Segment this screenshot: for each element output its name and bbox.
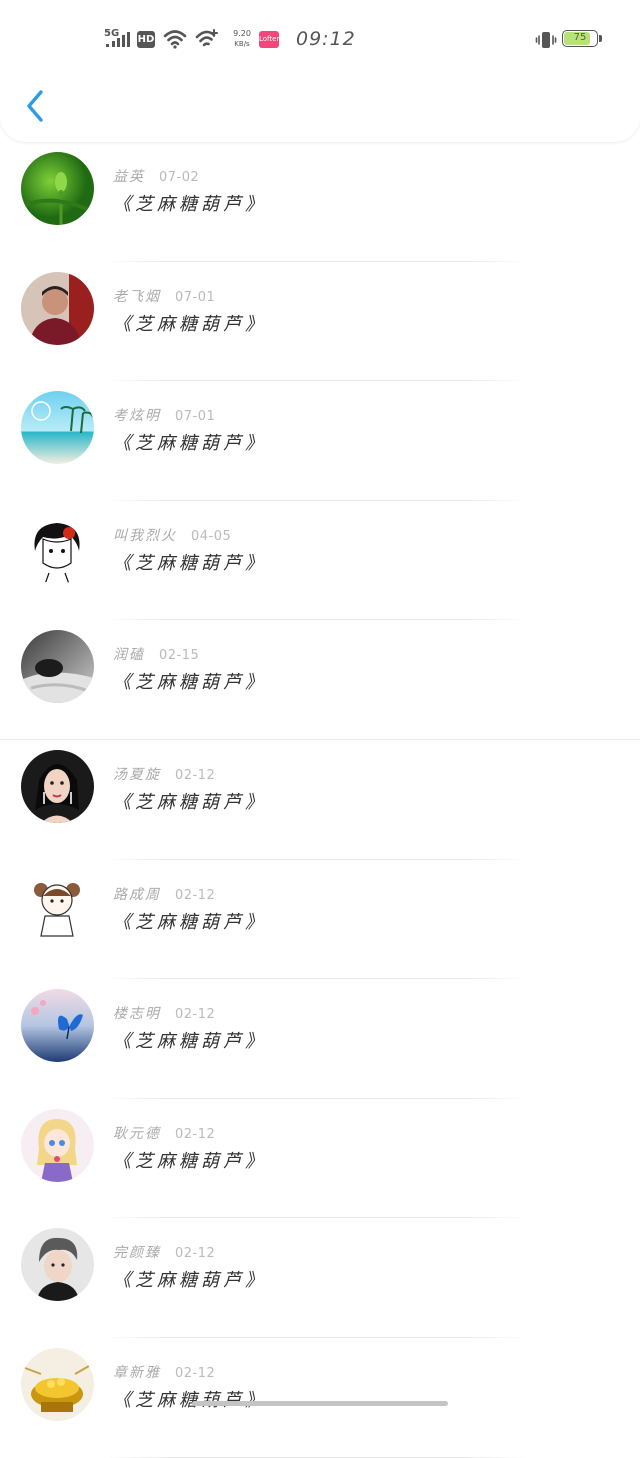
work-title[interactable]: 《芝麻糖葫芦》	[113, 549, 267, 575]
speed-value: 9.20	[233, 29, 251, 38]
comment-list: 益英 07-02 《芝麻糖葫芦》 老飞烟 07-01 《芝麻糖葫芦》 考炫明 07-01 《芝麻…	[0, 142, 640, 1458]
item-meta: 耿元德 02-12	[113, 1123, 215, 1143]
battery-percent: 75	[573, 32, 587, 43]
avatar[interactable]	[21, 510, 94, 584]
divider	[104, 1456, 528, 1458]
avatar[interactable]	[21, 749, 94, 823]
post-date: 02-12	[175, 767, 216, 783]
user-name[interactable]: 益英	[113, 169, 145, 185]
list-item[interactable]: 路成周 02-12 《芝麻糖葫芦》	[0, 860, 640, 980]
battery-icon: 75	[562, 30, 598, 47]
user-name[interactable]: 楼志明	[113, 1006, 161, 1022]
list-item[interactable]: 益英 07-02 《芝麻糖葫芦》	[0, 142, 640, 262]
work-title[interactable]: 《芝麻糖葫芦》	[113, 1147, 267, 1173]
work-title[interactable]: 《芝麻糖葫芦》	[113, 788, 267, 814]
list-item[interactable]: 叫我烈火 04-05 《芝麻糖葫芦》	[0, 501, 640, 621]
chevron-left-icon	[27, 90, 43, 122]
vibrate-icon	[535, 32, 557, 48]
user-name[interactable]: 路成周	[113, 887, 161, 903]
avatar[interactable]	[21, 869, 94, 943]
item-meta: 益英 07-02	[113, 166, 199, 186]
status-bar: 5G HD 9.20 KB/s Lofter 09:12 75	[0, 0, 640, 80]
item-meta: 考炫明 07-01	[113, 405, 215, 425]
post-date: 02-12	[175, 1246, 216, 1262]
post-date: 02-12	[175, 1007, 216, 1023]
work-title[interactable]: 《芝麻糖葫芦》	[113, 1027, 267, 1053]
list-item[interactable]: 润磕 02-15 《芝麻糖葫芦》	[0, 620, 640, 740]
hd-icon: HD	[137, 31, 155, 48]
user-name[interactable]: 完颜臻	[113, 1245, 161, 1261]
home-indicator[interactable]	[192, 1401, 448, 1406]
avatar[interactable]	[21, 391, 94, 465]
clock: 09:12	[296, 28, 356, 50]
item-meta: 路成周 02-12	[113, 884, 215, 904]
item-meta: 老飞烟 07-01	[113, 286, 215, 306]
user-name[interactable]: 老飞烟	[113, 289, 161, 305]
back-button[interactable]	[18, 86, 58, 126]
avatar[interactable]	[21, 989, 94, 1063]
post-date: 02-12	[175, 1365, 216, 1381]
list-item[interactable]: 完颜臻 02-12 《芝麻糖葫芦》	[0, 1218, 640, 1338]
list-item[interactable]: 章新雅 02-12 《芝麻糖葫芦》	[0, 1338, 640, 1458]
top-bar: 5G HD 9.20 KB/s Lofter 09:12 75	[0, 0, 640, 142]
user-name[interactable]: 润磕	[113, 647, 145, 663]
user-name[interactable]: 叫我烈火	[113, 528, 177, 544]
battery-cap	[599, 35, 602, 42]
app-notification-icon: Lofter	[259, 31, 279, 48]
work-title[interactable]: 《芝麻糖葫芦》	[113, 1266, 267, 1292]
user-name[interactable]: 考炫明	[113, 408, 161, 424]
avatar[interactable]	[21, 1228, 94, 1302]
list-item[interactable]: 楼志明 02-12 《芝麻糖葫芦》	[0, 979, 640, 1099]
item-meta: 叫我烈火 04-05	[113, 525, 231, 545]
list-item[interactable]: 耿元德 02-12 《芝麻糖葫芦》	[0, 1099, 640, 1219]
network-speed: 9.20 KB/s	[231, 28, 253, 50]
user-name[interactable]: 汤夏旋	[113, 767, 161, 783]
avatar[interactable]	[21, 630, 94, 704]
item-meta: 完颜臻 02-12	[113, 1242, 215, 1262]
work-title[interactable]: 《芝麻糖葫芦》	[113, 190, 267, 216]
post-date: 07-02	[159, 170, 200, 185]
post-date: 04-05	[191, 528, 232, 544]
post-date: 07-01	[175, 409, 216, 425]
item-meta: 章新雅 02-12	[113, 1362, 215, 1382]
work-title[interactable]: 《芝麻糖葫芦》	[113, 668, 267, 694]
avatar[interactable]	[21, 271, 94, 345]
post-date: 07-01	[175, 289, 216, 305]
wifi-icon	[163, 30, 187, 49]
post-date: 02-12	[175, 1126, 216, 1142]
list-item[interactable]: 汤夏旋 02-12 《芝麻糖葫芦》	[0, 740, 640, 860]
item-meta: 汤夏旋 02-12	[113, 764, 215, 784]
work-title[interactable]: 《芝麻糖葫芦》	[113, 1386, 267, 1412]
work-title[interactable]: 《芝麻糖葫芦》	[113, 908, 267, 934]
avatar[interactable]	[21, 1108, 94, 1182]
work-title[interactable]: 《芝麻糖葫芦》	[113, 429, 267, 455]
avatar[interactable]	[21, 1347, 94, 1421]
post-date: 02-12	[175, 887, 216, 903]
list-item[interactable]: 考炫明 07-01 《芝麻糖葫芦》	[0, 381, 640, 501]
user-name[interactable]: 章新雅	[113, 1365, 161, 1381]
item-meta: 楼志明 02-12	[113, 1003, 215, 1023]
signal-icon: 5G	[104, 28, 132, 50]
user-name[interactable]: 耿元德	[113, 1126, 161, 1142]
wifi-plus-icon	[195, 29, 218, 47]
avatar[interactable]	[21, 152, 94, 225]
speed-unit: KB/s	[234, 40, 250, 48]
list-item[interactable]: 老飞烟 07-01 《芝麻糖葫芦》	[0, 262, 640, 382]
item-meta: 润磕 02-15	[113, 644, 199, 664]
post-date: 02-15	[159, 648, 200, 664]
work-title[interactable]: 《芝麻糖葫芦》	[113, 310, 267, 336]
